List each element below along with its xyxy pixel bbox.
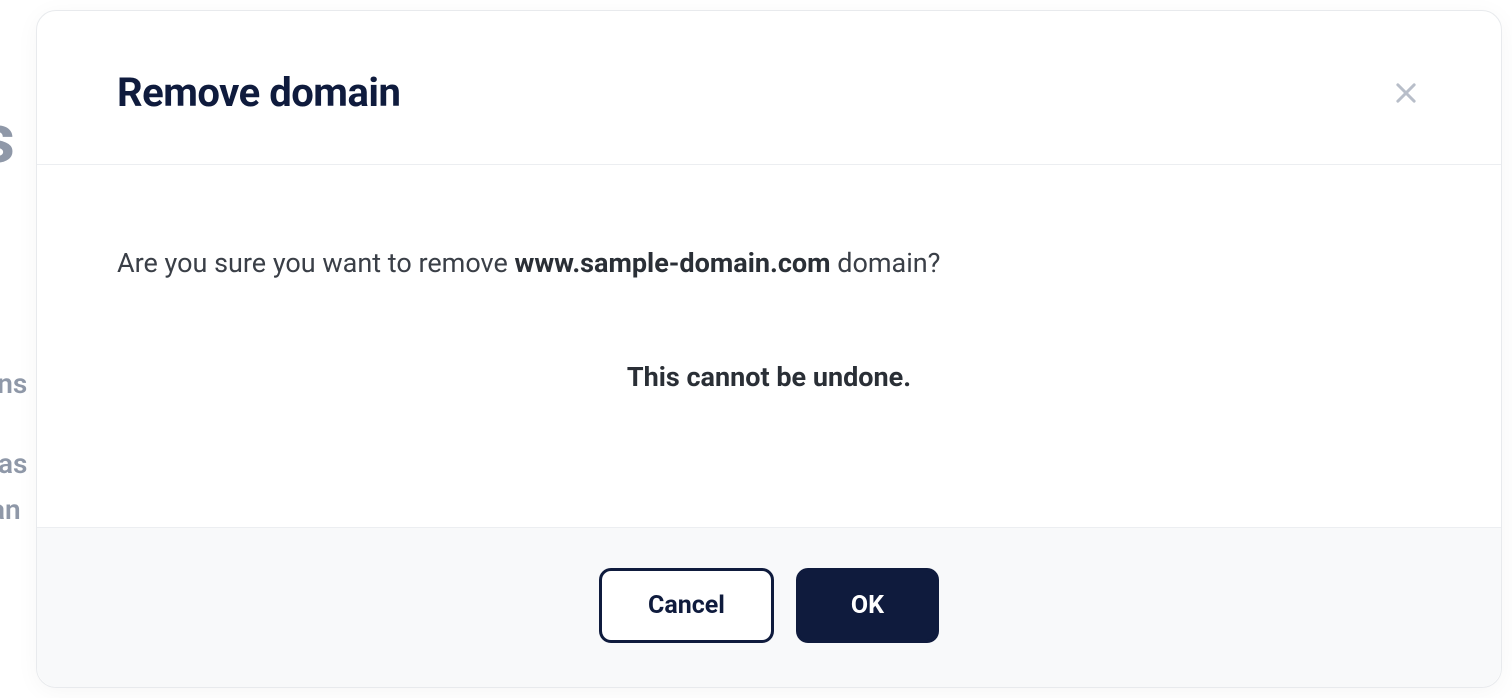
- modal-title: Remove domain: [117, 69, 400, 116]
- warning-message: This cannot be undone.: [117, 361, 1421, 393]
- background-text-fragment-3: an: [0, 492, 21, 528]
- modal-body: Are you sure you want to remove www.samp…: [37, 165, 1501, 527]
- confirm-prefix: Are you sure you want to remove: [117, 247, 514, 279]
- domain-name: www.sample-domain.com: [514, 247, 830, 279]
- background-heading-fragment: s: [0, 95, 15, 183]
- background-text-fragment-2: as: [0, 446, 27, 482]
- remove-domain-modal: Remove domain Are you sure you want to r…: [36, 10, 1502, 688]
- ok-button[interactable]: OK: [796, 568, 939, 643]
- confirm-suffix: domain?: [831, 247, 941, 279]
- confirm-message: Are you sure you want to remove www.samp…: [117, 245, 1421, 283]
- modal-footer: Cancel OK: [37, 527, 1501, 687]
- close-icon[interactable]: [1391, 78, 1421, 108]
- modal-header: Remove domain: [37, 11, 1501, 165]
- cancel-button[interactable]: Cancel: [599, 568, 774, 643]
- background-text-fragment-1: ins: [0, 366, 27, 402]
